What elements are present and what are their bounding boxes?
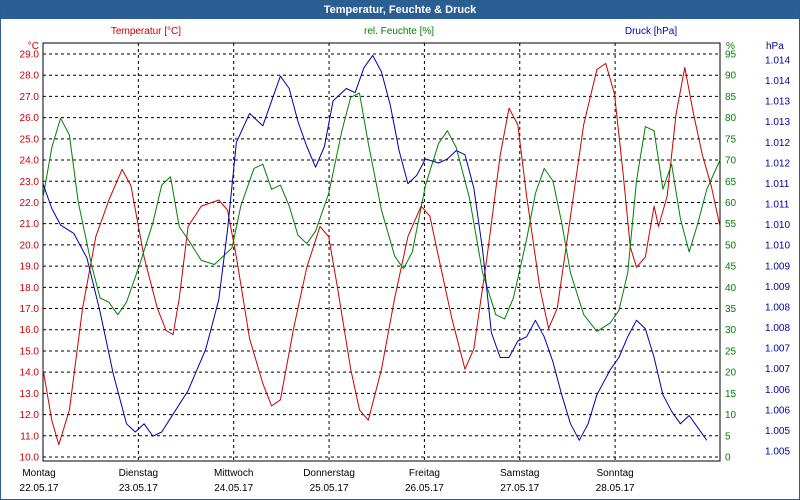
humidity-tick-label: 20 (725, 368, 737, 379)
humidity-tick-label: 85 (725, 92, 737, 103)
pressure-tick-label: 1.013 (765, 117, 790, 128)
pressure-tick-label: 1.011 (765, 179, 790, 190)
chart-window: Temperatur, Feuchte & Druck 10.0 11.0 12.0… (0, 0, 800, 500)
temperature-axis-label: Temperatur [°C] (111, 26, 181, 37)
pressure-tick-label: 1.008 (765, 323, 790, 334)
humidity-tick-label: 45 (725, 262, 737, 273)
temperature-tick-label: 16.0 (20, 325, 40, 336)
temperature-tick-label: 17.0 (20, 304, 40, 315)
temperature-tick-label: 19.0 (20, 262, 40, 273)
x-tick-day: Freitag (409, 468, 440, 479)
temperature-tick-label: 14.0 (20, 368, 40, 379)
x-tick-date: 23.05.17 (119, 483, 158, 494)
pressure-tick-label: 1.005 (765, 447, 790, 458)
pressure-tick-label: 1.009 (765, 261, 790, 272)
pressure-tick-label: 1.008 (765, 302, 790, 313)
temperature-tick-label: 24.0 (20, 156, 40, 167)
x-tick-date: 25.05.17 (310, 483, 349, 494)
pressure-tick-label: 1.012 (765, 138, 790, 149)
humidity-tick-label: 55 (725, 219, 737, 230)
humidity-tick-label: 60 (725, 198, 737, 209)
pressure-tick-label: 1.012 (765, 158, 790, 169)
x-tick-date: 24.05.17 (214, 483, 253, 494)
temperature-tick-label: 22.0 (20, 198, 40, 209)
temperature-axis: 10.0 11.0 12.0 13.0 14.0 15.0 16.0 17.0 18.0 19.0… (20, 50, 40, 464)
pressure-axis-label: Druck [hPa] (625, 26, 677, 37)
humidity-tick-label: 25 (725, 346, 737, 357)
temperature-tick-label: 13.0 (20, 389, 40, 400)
pressure-tick-label: 1.006 (765, 405, 790, 416)
temperature-tick-label: 18.0 (20, 283, 40, 294)
pressure-tick-label: 1.010 (765, 241, 790, 252)
chart-canvas: 10.0 11.0 12.0 13.0 14.0 15.0 16.0 17.0 18.0 19.0… (20, 26, 791, 494)
humidity-tick-label: 90 (725, 71, 737, 82)
window-title: Temperatur, Feuchte & Druck (1, 1, 799, 19)
humidity-tick-label: 5 (725, 431, 731, 442)
temperature-tick-label: 27.0 (20, 92, 40, 103)
pressure-tick-label: 1.014 (765, 56, 790, 67)
x-tick-day: Mittwoch (214, 468, 253, 479)
pressure-unit: hPa (766, 41, 784, 52)
x-tick-date: 27.05.17 (500, 483, 539, 494)
pressure-tick-label: 1.009 (765, 282, 790, 293)
x-tick-date: 22.05.17 (20, 483, 59, 494)
pressure-axis: 1.005 1.005 1.006 1.006 1.007 1.007 1.008 1.008… (765, 56, 790, 458)
x-tick-day: Sonntag (596, 468, 633, 479)
x-tick-day: Montag (22, 468, 55, 479)
humidity-tick-label: 50 (725, 240, 737, 251)
x-tick-day: Donnerstag (303, 468, 355, 479)
humidity-tick-label: 80 (725, 113, 737, 124)
humidity-unit: % (726, 41, 735, 52)
pressure-tick-label: 1.014 (765, 76, 790, 87)
temperature-tick-label: 28.0 (20, 71, 40, 82)
humidity-tick-label: 30 (725, 325, 737, 336)
x-tick-date: 26.05.17 (405, 483, 444, 494)
humidity-axis-label: rel. Feuchte [%] (364, 26, 434, 37)
plot-area (42, 42, 721, 462)
humidity-tick-label: 65 (725, 177, 737, 188)
temperature-tick-label: 20.0 (20, 240, 40, 251)
humidity-tick-label: 10 (725, 410, 737, 421)
humidity-tick-label: 0 (725, 453, 731, 464)
x-tick-day: Samstag (500, 468, 539, 479)
temperature-tick-label: 26.0 (20, 113, 40, 124)
pressure-tick-label: 1.013 (765, 97, 790, 108)
humidity-tick-label: 35 (725, 304, 737, 315)
pressure-tick-label: 1.007 (765, 364, 790, 375)
temperature-tick-label: 11.0 (20, 431, 39, 442)
pressure-tick-label: 1.010 (765, 220, 790, 231)
temperature-tick-label: 10.0 (20, 453, 40, 464)
humidity-tick-label: 70 (725, 156, 737, 167)
temperature-tick-label: 23.0 (20, 177, 40, 188)
humidity-tick-label: 15 (725, 389, 737, 400)
temperature-unit: °C (28, 41, 39, 52)
pressure-tick-label: 1.011 (765, 200, 790, 211)
x-axis: Montag 22.05.17 Dienstag 23.05.17 Mittwoch 24… (20, 468, 635, 494)
x-tick-day: Dienstag (119, 468, 158, 479)
pressure-tick-label: 1.007 (765, 344, 790, 355)
humidity-tick-label: 75 (725, 134, 737, 145)
humidity-axis: 05101520253035404550556065707580859095 (725, 50, 737, 464)
temperature-tick-label: 25.0 (20, 134, 40, 145)
pressure-tick-label: 1.006 (765, 385, 790, 396)
temperature-tick-label: 15.0 (20, 346, 40, 357)
pressure-tick-label: 1.005 (765, 426, 790, 437)
temperature-tick-label: 21.0 (20, 219, 40, 230)
temperature-tick-label: 12.0 (20, 410, 40, 421)
x-tick-date: 28.05.17 (596, 483, 635, 494)
humidity-tick-label: 40 (725, 283, 737, 294)
